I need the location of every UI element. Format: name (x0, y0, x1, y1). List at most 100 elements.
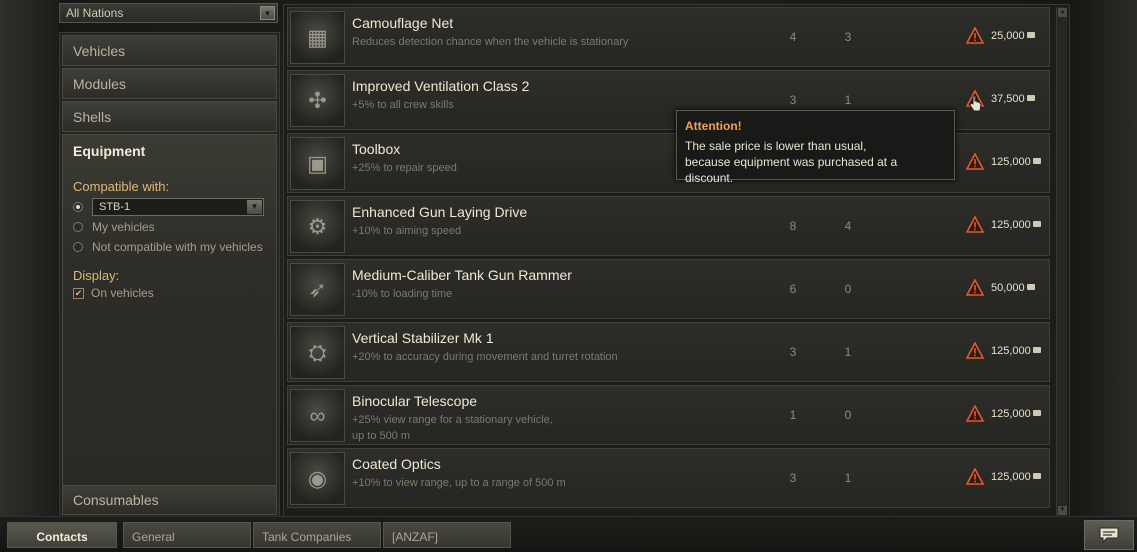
on-vehicles-label: On vehicles (91, 286, 154, 300)
category-shells[interactable]: Shells (62, 101, 277, 132)
scroll-down-icon[interactable]: ▼ (1058, 506, 1067, 515)
item-count-stock: 1 (789, 408, 797, 422)
scrollbar[interactable]: ▲ ▼ (1056, 7, 1067, 516)
item-price-value: 125,000 (991, 219, 1031, 231)
radio-row-my-vehicles[interactable]: My vehicles (73, 217, 266, 237)
discount-tooltip: Attention! The sale price is lower than … (676, 110, 955, 185)
chat-bubble-icon (1099, 527, 1119, 544)
checkbox-row-on-vehicles[interactable]: ✔ On vehicles (73, 283, 266, 303)
item-name: Coated Optics (352, 456, 441, 472)
chat-bar: Contacts General Tank Companies [ANZAF] (0, 516, 1137, 552)
item-price: 125,000 (991, 219, 1041, 231)
item-price-value: 25,000 (991, 30, 1025, 42)
tab-contacts[interactable]: Contacts (7, 522, 117, 548)
warning-icon[interactable] (966, 153, 984, 170)
item-description-line: Reduces detection chance when the vehicl… (352, 36, 629, 48)
tooltip-line: The sale price is lower than usual, (685, 139, 867, 153)
category-vehicles[interactable]: Vehicles (62, 35, 277, 66)
list-item[interactable]: ▦ Camouflage Net Reduces detection chanc… (287, 7, 1050, 67)
item-description-line: +5% to all crew skills (352, 99, 454, 111)
tooltip-line: because equipment was purchased at a dis… (685, 155, 898, 185)
item-count-stock: 6 (789, 282, 797, 296)
item-description: -10% to loading time (352, 286, 652, 302)
tab-label: [ANZAF] (392, 530, 439, 544)
category-label: Vehicles (73, 43, 126, 59)
item-name: Binocular Telescope (352, 393, 478, 409)
category-label: Shells (73, 109, 112, 125)
item-description: +10% to view range, up to a range of 500… (352, 475, 652, 491)
item-name: Medium-Caliber Tank Gun Rammer (352, 267, 572, 283)
nation-dropdown-value: All Nations (66, 6, 124, 20)
vehicle-dropdown[interactable]: STB-1 ▼ (92, 198, 264, 216)
item-count-stock: 3 (789, 471, 797, 485)
gun-laying-drive-icon: ⚙ (290, 200, 345, 253)
warning-icon[interactable] (966, 468, 984, 485)
item-price: 125,000 (991, 345, 1041, 357)
category-label: Modules (73, 76, 126, 92)
nation-dropdown[interactable]: All Nations ▼ (59, 3, 278, 23)
category-modules[interactable]: Modules (62, 68, 277, 99)
credits-icon (1032, 347, 1041, 353)
radio-selected-vehicle[interactable] (73, 202, 83, 212)
scroll-up-icon[interactable]: ▲ (1058, 8, 1067, 17)
item-description-line: -10% to loading time (352, 288, 453, 300)
radio-my-vehicles[interactable] (73, 222, 83, 232)
chevron-down-icon[interactable]: ▼ (260, 6, 275, 20)
credits-icon (1026, 284, 1035, 290)
tab-label: Contacts (36, 530, 88, 544)
item-count-stock: 8 (789, 219, 797, 233)
item-price-value: 125,000 (991, 345, 1031, 357)
radio-row-vehicle[interactable]: STB-1 ▼ (73, 197, 266, 217)
ventilation-fan-icon: ✣ (290, 74, 345, 127)
tab-label: Tank Companies (262, 530, 352, 544)
list-item[interactable]: ➶ Medium-Caliber Tank Gun Rammer -10% to… (287, 259, 1050, 319)
category-equipment[interactable]: Equipment Compatible with: STB-1 ▼ My ve… (62, 134, 277, 502)
item-count-stock: 3 (789, 345, 797, 359)
tab-general[interactable]: General (123, 522, 251, 548)
item-price-value: 125,000 (991, 408, 1031, 420)
list-item[interactable]: ∞ Binocular Telescope +25% view range fo… (287, 385, 1050, 445)
on-vehicles-checkbox[interactable]: ✔ (73, 287, 84, 299)
radio-row-not-compatible[interactable]: Not compatible with my vehicles (73, 237, 266, 257)
warning-icon[interactable] (966, 342, 984, 359)
chevron-down-icon[interactable]: ▼ (247, 200, 262, 214)
category-label: Consumables (73, 492, 159, 508)
vehicle-dropdown-value: STB-1 (99, 201, 131, 213)
radio-not-compatible[interactable] (73, 242, 83, 252)
item-description: +20% to accuracy during movement and tur… (352, 349, 652, 365)
binocular-telescope-icon: ∞ (290, 389, 345, 442)
item-description: +25% to repair speed (352, 160, 652, 176)
item-price: 50,000 (991, 282, 1035, 294)
item-description: +25% view range for a stationary vehicle… (352, 412, 652, 444)
credits-icon (1032, 158, 1041, 164)
item-description: +10% to aiming speed (352, 223, 652, 239)
item-name: Camouflage Net (352, 15, 454, 31)
item-count-installed: 0 (844, 408, 852, 422)
toolbox-icon: ▣ (290, 137, 345, 190)
warning-icon[interactable] (966, 279, 984, 296)
item-count-installed: 0 (844, 282, 852, 296)
tab-anzaf[interactable]: [ANZAF] (383, 522, 511, 548)
credits-icon (1032, 410, 1041, 416)
item-price: 25,000 (991, 30, 1035, 42)
item-price-value: 125,000 (991, 471, 1031, 483)
list-item[interactable]: ⛭ Vertical Stabilizer Mk 1 +20% to accur… (287, 322, 1050, 382)
chat-button[interactable] (1084, 520, 1134, 550)
radio-not-compatible-label: Not compatible with my vehicles (92, 240, 263, 254)
credits-icon (1026, 32, 1035, 38)
item-name: Improved Ventilation Class 2 (352, 78, 530, 94)
list-item[interactable]: ◉ Coated Optics +10% to view range, up t… (287, 448, 1050, 508)
warning-icon[interactable] (966, 216, 984, 233)
tooltip-title: Attention! (685, 119, 742, 133)
item-price: 125,000 (991, 471, 1041, 483)
list-item[interactable]: ⚙ Enhanced Gun Laying Drive +10% to aimi… (287, 196, 1050, 256)
item-price: 125,000 (991, 156, 1041, 168)
credits-icon (1026, 95, 1035, 101)
tab-tank-companies[interactable]: Tank Companies (253, 522, 381, 548)
item-count-installed: 1 (844, 93, 852, 107)
item-description-line: +25% to repair speed (352, 162, 457, 174)
warning-icon[interactable] (966, 405, 984, 422)
warning-icon[interactable] (966, 27, 984, 44)
item-price: 37,500 (991, 93, 1035, 105)
category-consumables[interactable]: Consumables (62, 485, 277, 515)
